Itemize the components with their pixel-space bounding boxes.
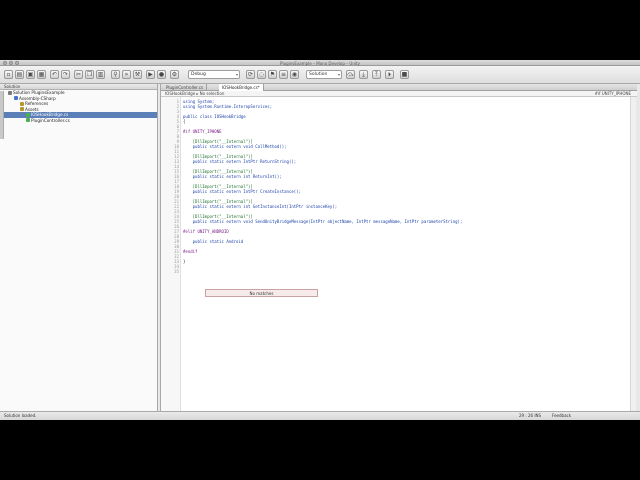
folder-icon [20, 101, 24, 106]
solution-select[interactable]: Solution ▾ [306, 70, 342, 79]
feedback-button[interactable]: Feedback [552, 412, 571, 420]
code-area[interactable]: using System; using System.Runtime.Intero… [181, 97, 631, 411]
tab-label: PluginController.cs [166, 85, 204, 90]
run-icon[interactable]: ▶ [146, 70, 155, 79]
cursor-position: 29 : 26 INS [519, 413, 542, 418]
code-line: public class IOSHookBridge [183, 114, 246, 119]
code-line: public static extern int ReturnInt(); [183, 174, 282, 179]
tree-item-label: References [25, 101, 49, 106]
code-line: public static extern IntPtr CreateInstan… [183, 189, 302, 194]
step-over-icon[interactable]: ⤼ [346, 70, 355, 79]
open-file-icon[interactable]: ▤ [15, 70, 24, 79]
refresh-icon[interactable]: ⟳ [246, 70, 255, 79]
copy-icon[interactable]: ❐ [85, 70, 94, 79]
attach-icon[interactable]: ⚙ [170, 70, 179, 79]
main-toolbar: ▫ ▤ ▣ ▦ ↶ ↷ ✂ ❐ ▥ ⚲ » ⚒ ▶ ● ⚙ Debug ▾ ⟳ … [0, 66, 640, 84]
tab-plugincontroller[interactable]: PluginController.cs [163, 84, 208, 91]
tree-item-label: Solution PluginsExample [13, 90, 65, 95]
rebuild-icon[interactable]: ⚑ [268, 70, 277, 79]
code-line: public static Android [183, 239, 244, 244]
paste-icon[interactable]: ▥ [96, 70, 105, 79]
folder-icon [8, 90, 12, 95]
debug-icon[interactable]: ● [157, 70, 166, 79]
file-icon [26, 112, 30, 117]
clean-icon[interactable]: ◌ [257, 70, 266, 79]
build-icon[interactable]: ⚒ [133, 70, 142, 79]
tree-item-label: PluginController.cs [31, 117, 70, 123]
build-configuration-select[interactable]: Debug ▾ [188, 70, 240, 79]
document-tabs: PluginController.cs IOSHookBridge.cs* [161, 84, 637, 91]
vertical-scrollbar[interactable] [630, 97, 636, 411]
search-no-matches-popup: No matches [205, 289, 318, 297]
code-line: using System.Runtime.InteropServices; [183, 104, 273, 109]
continue-icon[interactable]: ⏵ [385, 70, 394, 79]
stop-icon[interactable]: ■ [400, 70, 409, 79]
build-configuration-value: Debug [191, 72, 206, 77]
folder-icon [14, 96, 18, 100]
breakpoint-icon[interactable]: ◉ [290, 70, 299, 79]
code-line: } [183, 259, 186, 264]
popup-text: No matches [249, 291, 274, 296]
file-icon [26, 118, 30, 122]
cut-icon[interactable]: ✂ [74, 70, 83, 79]
tree-item[interactable]: PluginController.cs [0, 118, 157, 124]
ide-window: PluginsExample – Mono Develop – Unity ▫ … [0, 60, 640, 420]
status-message: Solution loaded. [4, 413, 37, 418]
tab-ioshookbridge[interactable]: IOSHookBridge.cs* [219, 84, 264, 91]
step-out-icon[interactable]: ⤒ [372, 70, 381, 79]
chevron-down-icon: ▾ [337, 72, 340, 77]
code-line: #if UNITY_IPHONE [183, 129, 222, 134]
code-line: #endif [183, 249, 198, 254]
solution-select-value: Solution [309, 72, 328, 77]
save-all-icon[interactable]: ▦ [37, 70, 46, 79]
tab-label: IOSHookBridge.cs* [222, 85, 260, 90]
tree-item-label: IOSHookBridge.cs [31, 112, 69, 117]
status-bar: Solution loaded. 29 : 26 INS Feedback [0, 411, 640, 420]
step-into-icon[interactable]: ⤓ [359, 70, 368, 79]
tree-item-label: Assets [25, 106, 39, 112]
side-pad-tab[interactable] [0, 91, 4, 139]
code-line: public static extern void SendUnityBridg… [183, 219, 463, 224]
line-number-gutter: 1 2 3 4 5 6 7 8 9 10 11 12 13 14 15 16 17 18 19 20 21 22 23 24 2… [161, 97, 181, 411]
code-line: { [183, 119, 186, 124]
undo-icon[interactable]: ↶ [50, 70, 59, 79]
solution-pad: Solution Solution PluginsExample Assembly… [0, 84, 158, 411]
tree-item-label: Assembly-CSharp [19, 95, 56, 101]
find-icon[interactable]: ⚲ [111, 70, 120, 79]
solution-tree: Solution PluginsExample Assembly-CSharp Re… [0, 90, 157, 123]
save-icon[interactable]: ▣ [26, 70, 35, 79]
path-bar-left[interactable]: IOSHookBridge ▸ No selection [165, 91, 224, 96]
folder-icon [20, 107, 24, 111]
line-number: 35 [174, 269, 179, 274]
find-next-icon[interactable]: » [122, 70, 131, 79]
options-icon[interactable]: ≡ [279, 70, 288, 79]
code-line: public static extern IntPtr ReturnString… [183, 159, 297, 164]
redo-icon[interactable]: ↷ [61, 70, 70, 79]
code-editor: PluginController.cs IOSHookBridge.cs* IO… [160, 84, 637, 411]
new-file-icon[interactable]: ▫ [4, 70, 13, 79]
code-line: #elif UNITY_ANDROID [183, 229, 229, 234]
chevron-down-icon: ▾ [235, 72, 238, 77]
code-line: public static extern int GetInstanceInt(… [183, 204, 338, 209]
code-line: public static extern void CallMethod(); [183, 144, 287, 149]
